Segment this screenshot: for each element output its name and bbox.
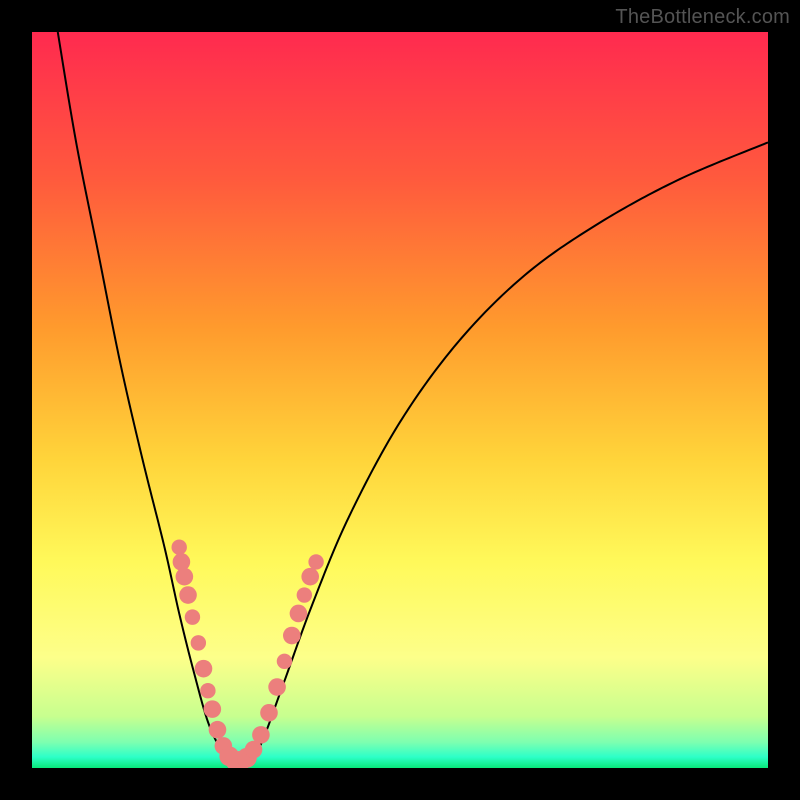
marker-dot <box>191 635 206 650</box>
marker-dot <box>185 609 200 624</box>
marker-dot <box>172 540 187 555</box>
watermark-text: TheBottleneck.com <box>615 6 790 29</box>
marker-dot <box>268 678 286 696</box>
bottleneck-curve <box>58 32 768 766</box>
plot-area <box>32 32 768 768</box>
marker-dot <box>204 700 222 718</box>
marker-dot <box>283 627 301 645</box>
marker-dot <box>179 586 197 604</box>
marker-dot <box>176 568 194 586</box>
marker-dot <box>301 568 319 586</box>
curve-layer <box>32 32 768 768</box>
marker-dot <box>173 553 191 571</box>
marker-dot <box>277 654 292 669</box>
chart-frame: TheBottleneck.com <box>0 0 800 800</box>
marker-dot <box>195 660 213 678</box>
highlight-dots <box>172 540 324 769</box>
marker-dot <box>260 704 278 722</box>
marker-dot <box>200 683 215 698</box>
marker-dot <box>308 554 323 569</box>
marker-dot <box>297 587 312 602</box>
marker-dot <box>209 721 227 739</box>
marker-dot <box>290 605 308 623</box>
marker-dot <box>252 726 270 744</box>
